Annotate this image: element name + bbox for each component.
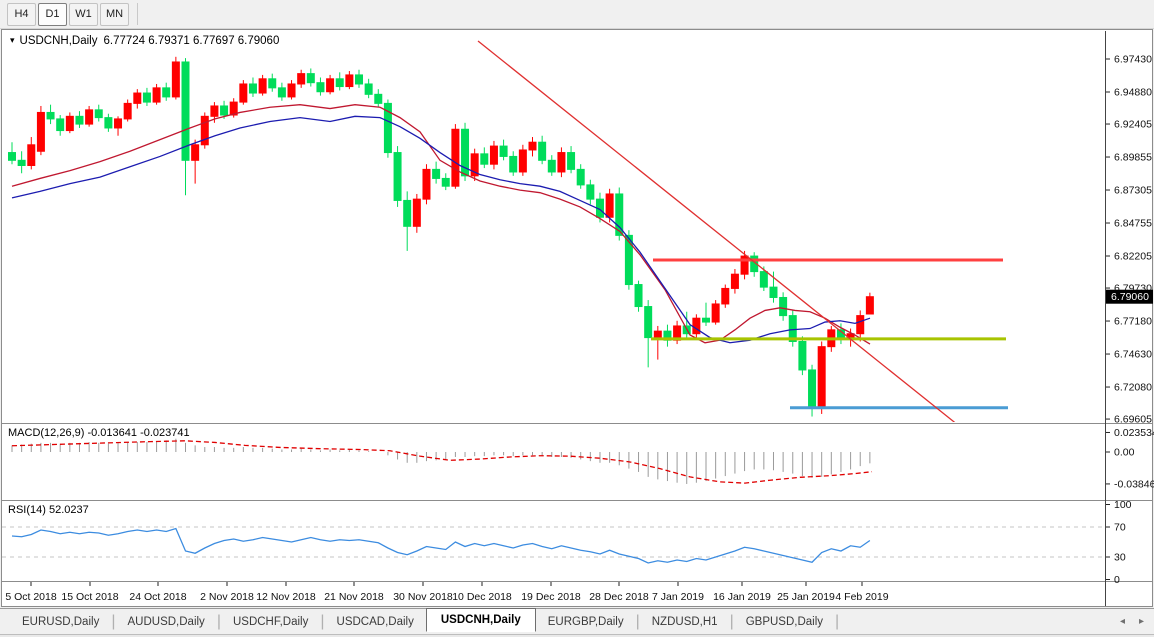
svg-text:6.94880: 6.94880 <box>1114 86 1152 98</box>
svg-text:6.82205: 6.82205 <box>1114 251 1152 263</box>
chart-tab-nzdusd[interactable]: NZDUSD,H1 <box>640 612 730 632</box>
svg-text:24 Oct 2018: 24 Oct 2018 <box>129 591 186 603</box>
svg-text:15 Oct 2018: 15 Oct 2018 <box>61 591 118 603</box>
svg-text:0.00: 0.00 <box>1114 447 1135 459</box>
tab-scroll-right-icon[interactable]: ▸ <box>1139 616 1144 627</box>
chart-tab-eurgbp[interactable]: EURGBP,Daily <box>536 612 636 632</box>
svg-text:6.74630: 6.74630 <box>1114 349 1152 361</box>
svg-text:5 Oct 2018: 5 Oct 2018 <box>5 591 57 603</box>
svg-text:0: 0 <box>1114 574 1120 586</box>
macd-indicator-label: MACD(12,26,9) -0.013641 -0.023741 <box>8 427 190 439</box>
chart-tab-usdcad[interactable]: USDCAD,Daily <box>325 612 426 632</box>
svg-text:70: 70 <box>1114 522 1126 534</box>
current-price-marker: 6.79060 <box>1106 290 1153 304</box>
mt4-application-window: H4D1W1MN 6.974306.948806.924056.898556.8… <box>0 0 1154 637</box>
svg-text:30 Nov 2018: 30 Nov 2018 <box>393 591 453 603</box>
chart-canvas[interactable]: 6.97430 6.94880 6.92405 6.89855 6.87305 6.847… <box>0 0 1154 637</box>
chart-tab-usdchf[interactable]: USDCHF,Daily <box>221 612 320 632</box>
svg-text:7 Jan 2019: 7 Jan 2019 <box>652 591 704 603</box>
tab-separator: | <box>835 613 839 631</box>
svg-text:6.87305: 6.87305 <box>1114 185 1152 197</box>
svg-text:4 Feb 2019: 4 Feb 2019 <box>835 591 888 603</box>
svg-text:21 Nov 2018: 21 Nov 2018 <box>324 591 384 603</box>
svg-text:6.92405: 6.92405 <box>1114 119 1152 131</box>
chart-title: ▾ USDCNH,Daily 6.77724 6.79371 6.77697 6.7… <box>10 35 279 47</box>
svg-text:0.023534: 0.023534 <box>1114 427 1154 439</box>
svg-text:6.89855: 6.89855 <box>1114 152 1152 164</box>
chart-ohlc-values: 6.77724 6.79371 6.77697 6.79060 <box>103 35 279 47</box>
rsi-indicator-label: RSI(14) 52.0237 <box>8 504 89 516</box>
svg-text:10 Dec 2018: 10 Dec 2018 <box>452 591 512 603</box>
svg-text:30: 30 <box>1114 552 1126 564</box>
chart-tab-usdcnh[interactable]: USDCNH,Daily <box>426 608 536 632</box>
svg-text:6.79060: 6.79060 <box>1111 291 1149 303</box>
svg-text:25 Jan 2019: 25 Jan 2019 <box>777 591 835 603</box>
svg-text:6.69605: 6.69605 <box>1114 414 1152 426</box>
chart-window-frame <box>2 30 1153 607</box>
svg-text:19 Dec 2018: 19 Dec 2018 <box>521 591 581 603</box>
svg-text:2 Nov 2018: 2 Nov 2018 <box>200 591 254 603</box>
tab-scroll-left-icon[interactable]: ◂ <box>1120 616 1125 627</box>
chart-tab-eurusd[interactable]: EURUSD,Daily <box>10 612 111 632</box>
svg-text:6.72080: 6.72080 <box>1114 382 1152 394</box>
collapse-indicator-icon[interactable]: ▾ <box>10 35 15 46</box>
svg-text:16 Jan 2019: 16 Jan 2019 <box>713 591 771 603</box>
svg-text:28 Dec 2018: 28 Dec 2018 <box>589 591 649 603</box>
chart-tab-gbpusd[interactable]: GBPUSD,Daily <box>734 612 835 632</box>
chart-symbol-label: USDCNH,Daily <box>20 35 98 47</box>
chart-tab-audusd[interactable]: AUDUSD,Daily <box>115 612 216 632</box>
svg-text:6.84755: 6.84755 <box>1114 218 1152 230</box>
chart-tab-bar: EURUSD,Daily|AUDUSD,Daily|USDCHF,Daily|U… <box>0 608 1154 634</box>
svg-text:6.77180: 6.77180 <box>1114 316 1152 328</box>
svg-text:12 Nov 2018: 12 Nov 2018 <box>256 591 316 603</box>
tab-scroll-arrows: ◂ ▸ <box>1120 616 1144 627</box>
svg-text:6.97430: 6.97430 <box>1114 54 1152 66</box>
svg-text:100: 100 <box>1114 499 1132 511</box>
svg-text:-0.038466: -0.038466 <box>1114 478 1154 490</box>
